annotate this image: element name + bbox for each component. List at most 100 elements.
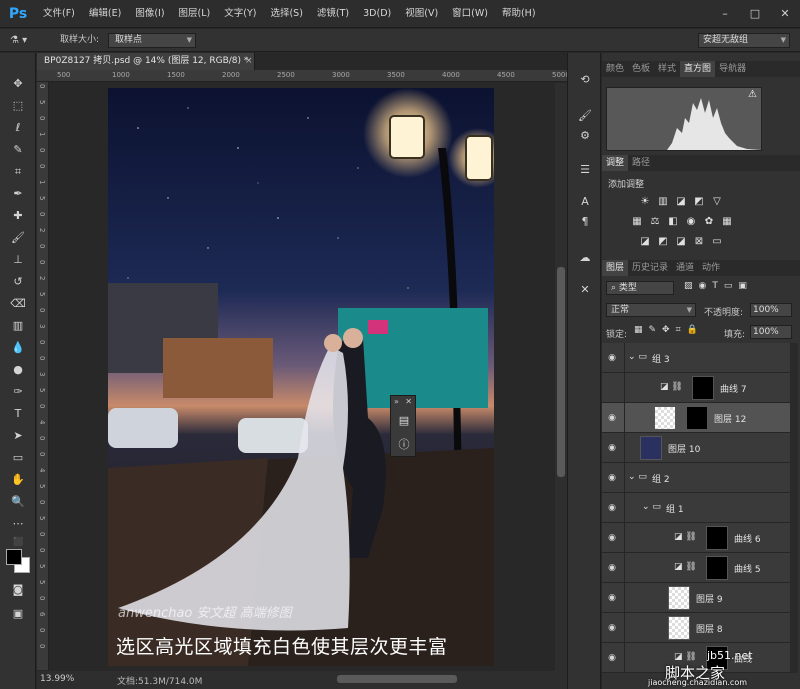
layers-panel-tab-3[interactable]: 动作 <box>698 260 724 276</box>
levels-icon[interactable]: ▥ <box>656 195 670 208</box>
zoom-tool-icon[interactable]: 🔍 <box>8 493 28 511</box>
layer-row[interactable]: ◉ ◪ ⛓ 曲线 5 <box>602 553 797 583</box>
visibility-eye-icon[interactable]: ◉ <box>606 592 618 604</box>
screen-mode-icon[interactable]: ▣ <box>8 605 28 623</box>
quick-select-tool-icon[interactable]: ✎ <box>8 141 28 159</box>
layer-mask-thumbnail[interactable] <box>706 556 728 580</box>
menu-item-10[interactable]: 帮助(H) <box>495 0 543 28</box>
layer-filter-icons[interactable]: ▨◉T▭▣ <box>684 281 794 295</box>
histogram-warning-icon[interactable]: ⚠ <box>748 89 757 100</box>
quick-mask-icon[interactable]: ◙ <box>8 581 28 599</box>
document-tab-close-icon[interactable]: × <box>245 53 255 70</box>
visibility-eye-icon[interactable]: ◉ <box>606 562 618 574</box>
rectangle-tool-icon[interactable]: ▭ <box>8 449 28 467</box>
crop-tool-icon[interactable]: ⌗ <box>8 163 28 181</box>
layer-thumbnail[interactable] <box>668 616 690 640</box>
layer-mask-thumbnail[interactable] <box>686 406 708 430</box>
visibility-eye-icon[interactable]: ◉ <box>606 622 618 634</box>
sample-size-select[interactable]: 取样点 ▼ <box>108 33 196 48</box>
threshold-icon[interactable]: ◪ <box>674 235 688 248</box>
lasso-tool-icon[interactable]: ℓ <box>8 119 28 137</box>
visibility-eye-icon[interactable]: ◉ <box>606 352 618 364</box>
histogram-panel-tab-1[interactable]: 色板 <box>628 61 654 77</box>
zoom-level[interactable]: 13.99% <box>40 674 74 684</box>
more-tools-icon[interactable]: ⋯ <box>8 515 28 533</box>
clone-stamp-tool-icon[interactable]: ⊥ <box>8 251 28 269</box>
eyedropper-tool-icon[interactable]: ✒ <box>8 185 28 203</box>
document-tab[interactable]: BP0Z8127 拷贝.psd @ 14% (图层 12, RGB/8) * <box>37 53 255 70</box>
brush-preset-icon[interactable]: 🖌 <box>575 107 595 125</box>
group-folder-icon[interactable]: ⌄ ▭ <box>628 352 647 362</box>
gradient-tool-icon[interactable]: ▥ <box>8 317 28 335</box>
black-white-icon[interactable]: ◧ <box>666 215 680 228</box>
paragraph-panel-icon[interactable]: ¶ <box>575 213 595 231</box>
type-tool-icon[interactable]: T <box>8 405 28 423</box>
libraries-icon[interactable]: ☁ <box>575 249 595 267</box>
tool-preset-picker[interactable]: ⚗ ▾ <box>10 33 44 48</box>
layers-panel-tab-2[interactable]: 通道 <box>672 260 698 276</box>
healing-tool-icon[interactable]: ✚ <box>8 207 28 225</box>
panel-close-icon[interactable]: ✕ <box>405 397 412 406</box>
workspace-select[interactable]: 安超无敌组 ▼ <box>698 33 790 48</box>
vertical-scroll-thumb[interactable] <box>557 267 565 477</box>
menu-item-0[interactable]: 文件(F) <box>36 0 82 28</box>
histogram-panel-tab-3[interactable]: 直方图 <box>680 61 716 77</box>
maximize-button[interactable]: □ <box>740 0 770 28</box>
menu-item-6[interactable]: 滤镜(T) <box>310 0 356 28</box>
vertical-scrollbar[interactable] <box>555 83 567 671</box>
layer-thumbnail[interactable] <box>654 406 676 430</box>
histogram-panel-tab-4[interactable]: 导航器 <box>715 61 750 77</box>
visibility-eye-icon[interactable]: ◉ <box>606 532 618 544</box>
paragraph-style-icon[interactable]: ☰ <box>575 161 595 179</box>
selective-color-icon[interactable]: ⊠ <box>692 235 706 248</box>
dodge-tool-icon[interactable]: ● <box>8 361 28 379</box>
layer-filter-select[interactable]: ⌕ 类型 <box>606 281 674 295</box>
marquee-tool-icon[interactable]: ⬚ <box>8 97 28 115</box>
group-folder-icon[interactable]: ⌄ ▭ <box>628 472 647 482</box>
adjustments-panel-tab-0[interactable]: 调整 <box>602 155 629 171</box>
histogram-panel-tab-2[interactable]: 样式 <box>654 61 680 77</box>
layer-row[interactable]: ◉ ⌄ ▭ 组 2 <box>602 463 797 493</box>
hue-saturation-icon[interactable]: ▦ <box>630 215 644 228</box>
brush-tool-icon[interactable]: 🖌 <box>8 229 28 247</box>
visibility-eye-icon[interactable]: ◉ <box>606 502 618 514</box>
brightness-contrast-icon[interactable]: ☀ <box>638 195 652 208</box>
path-select-tool-icon[interactable]: ➤ <box>8 427 28 445</box>
blur-tool-icon[interactable]: 💧 <box>8 339 28 357</box>
fill-input[interactable]: 100% <box>750 325 792 339</box>
layer-row[interactable]: ◉ 图层 12 <box>602 403 797 433</box>
character-panel-icon[interactable]: A <box>575 193 595 211</box>
vibrance-icon[interactable]: ▽ <box>710 195 724 208</box>
menu-item-3[interactable]: 图层(L) <box>172 0 218 28</box>
menu-item-8[interactable]: 视图(V) <box>398 0 445 28</box>
color-balance-icon[interactable]: ⚖ <box>648 215 662 228</box>
history-panel-icon[interactable]: ⟲ <box>575 71 595 89</box>
channel-mixer-icon[interactable]: ✿ <box>702 215 716 228</box>
opacity-input[interactable]: 100% <box>750 303 792 317</box>
panel-collapse-icon[interactable]: » <box>394 397 399 406</box>
history-brush-tool-icon[interactable]: ↺ <box>8 273 28 291</box>
minimize-button[interactable]: – <box>710 0 740 28</box>
layers-scrollbar[interactable] <box>790 343 798 673</box>
layer-row[interactable]: ◉ 图层 10 <box>602 433 797 463</box>
menu-item-9[interactable]: 窗口(W) <box>445 0 495 28</box>
layer-row[interactable]: ◉ 图层 9 <box>602 583 797 613</box>
brush-settings-icon[interactable]: ⚙ <box>575 127 595 145</box>
layer-row[interactable]: ◉ ⌄ ▭ 组 1 <box>602 493 797 523</box>
gradient-map-icon[interactable]: ▭ <box>710 235 724 248</box>
close-button[interactable]: ✕ <box>770 0 800 28</box>
layer-row[interactable]: ◉ ◪ ⛓ 曲线 6 <box>602 523 797 553</box>
menu-item-5[interactable]: 选择(S) <box>263 0 309 28</box>
layer-thumbnail[interactable] <box>668 586 690 610</box>
layer-row[interactable]: ◪ ⛓ 曲线 7 <box>602 373 797 403</box>
adjustments-panel-tab-1[interactable]: 路径 <box>628 155 654 171</box>
lock-icons[interactable]: ▦✎✥⌗🔒 <box>634 325 704 335</box>
layer-mask-thumbnail[interactable] <box>706 526 728 550</box>
layers-panel-tab-0[interactable]: 图层 <box>602 260 629 276</box>
blend-mode-select[interactable]: 正常 ▼ <box>606 303 696 317</box>
visibility-eye-icon[interactable]: ◉ <box>606 412 618 424</box>
eraser-tool-icon[interactable]: ⌫ <box>8 295 28 313</box>
histogram-panel-tab-0[interactable]: 颜色 <box>602 61 628 77</box>
foreground-color-swatch[interactable] <box>6 549 22 565</box>
layer-row[interactable]: ◉ ⌄ ▭ 组 3 <box>602 343 797 373</box>
